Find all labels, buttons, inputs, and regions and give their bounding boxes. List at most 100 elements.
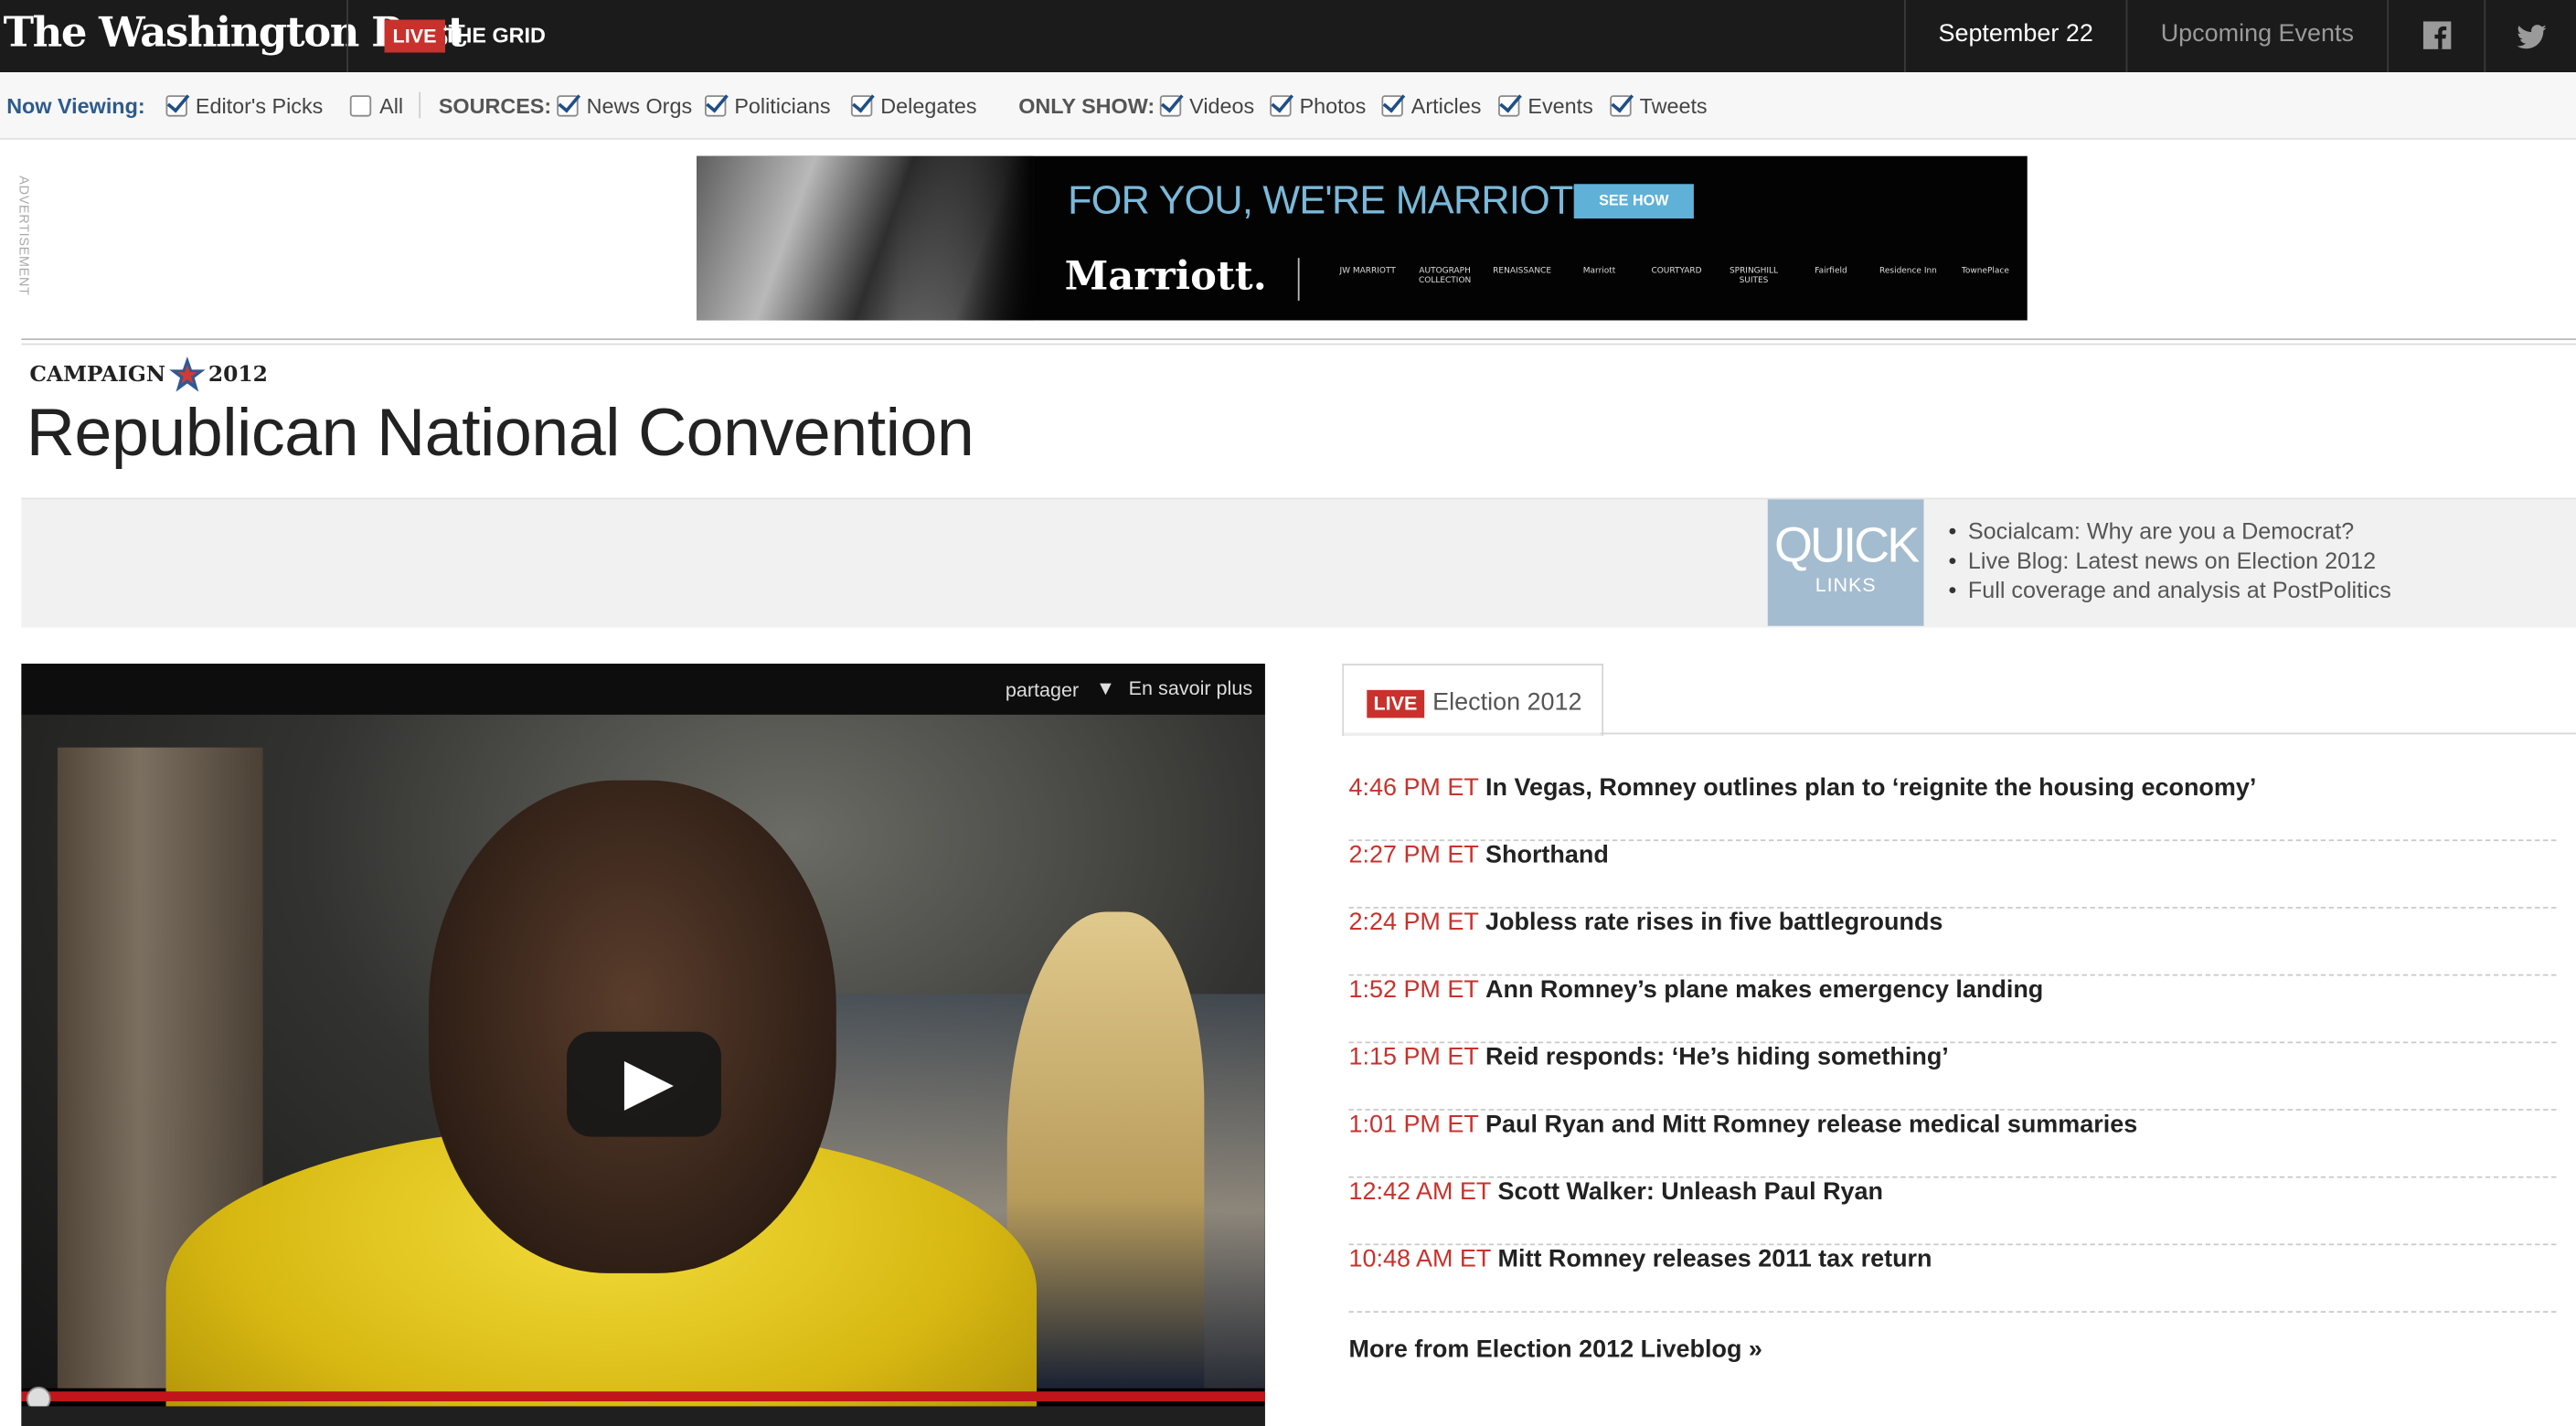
filter-label: Delegates <box>880 92 977 118</box>
feed-item-time: 2:27 PM ET <box>1348 841 1479 869</box>
filter-politicians[interactable]: Politicians <box>704 72 831 138</box>
feed-item-headline[interactable]: Paul Ryan and Mitt Romney release medica… <box>1485 1111 2137 1139</box>
filter-photos[interactable]: Photos <box>1270 72 1366 138</box>
checkbox-checked-icon[interactable] <box>165 94 187 116</box>
sources-label: SOURCES: <box>438 92 552 118</box>
quick-links-box: QUICK LINKS <box>1767 499 1924 626</box>
section-title[interactable]: THE GRID <box>443 20 546 53</box>
feed-item-time: 4:46 PM ET <box>1348 773 1479 803</box>
upcoming-events-link[interactable]: Upcoming Events <box>2127 0 2387 72</box>
twitter-icon <box>2517 25 2547 49</box>
checkbox-checked-icon[interactable] <box>557 94 579 116</box>
feed-item[interactable]: 1:15 PM ET Reid responds: ‘He’s hiding so… <box>1348 1041 2557 1111</box>
feed-item[interactable]: 1:01 PM ET Paul Ryan and Mitt Romney rele… <box>1348 1109 2557 1178</box>
checkbox-checked-icon[interactable] <box>1159 94 1182 116</box>
filter-label: Photos <box>1299 92 1367 118</box>
feed-item-headline[interactable]: Shorthand <box>1485 841 1609 869</box>
checkbox-checked-icon[interactable] <box>1381 94 1403 116</box>
quick-link[interactable]: Full coverage and analysis at PostPoliti… <box>1948 575 2391 604</box>
filter-label: Tweets <box>1639 92 1708 118</box>
checkbox-checked-icon[interactable] <box>704 94 727 116</box>
star-icon <box>168 356 206 392</box>
checkbox-checked-icon[interactable] <box>850 94 873 116</box>
feed-item-time: 1:01 PM ET <box>1348 1110 1479 1139</box>
divider <box>419 91 421 119</box>
quick-links-list: Socialcam: Why are you a Democrat? Live … <box>1948 516 2391 604</box>
filter-editors-picks[interactable]: Editor's Picks <box>165 72 324 138</box>
video-progress-bar[interactable] <box>21 1391 1265 1402</box>
quick-links-subtitle: LINKS <box>1815 573 1877 597</box>
filter-events[interactable]: Events <box>1498 72 1593 138</box>
feed-item-time: 2:24 PM ET <box>1348 908 1479 937</box>
video-player[interactable]: partager ▼ En savoir plus <box>21 664 1265 1426</box>
page-title: Republican National Convention <box>26 394 974 471</box>
checkbox-checked-icon[interactable] <box>1610 94 1632 116</box>
feed-item-headline[interactable]: Ann Romney’s plane makes emergency landi… <box>1485 976 2043 1005</box>
divider <box>21 338 2576 341</box>
quick-link[interactable]: Socialcam: Why are you a Democrat? <box>1948 516 2390 545</box>
feed-item-headline[interactable]: Reid responds: ‘He’s hiding something’ <box>1485 1043 1949 1071</box>
feed-item-headline[interactable]: Mitt Romney releases 2011 tax return <box>1498 1245 1932 1273</box>
facebook-icon <box>2422 21 2452 49</box>
chevron-down-icon[interactable]: ▼ <box>1096 676 1115 699</box>
video-more-info-link[interactable]: En savoir plus <box>1129 676 1252 699</box>
feed-item-headline[interactable]: In Vegas, Romney outlines plan to ‘reign… <box>1485 773 2256 802</box>
feed-item[interactable]: 4:46 PM ET In Vegas, Romney outlines plan… <box>1348 772 2557 842</box>
checkbox-checked-icon[interactable] <box>1270 94 1292 116</box>
advertisement-label: ADVERTISEMENT <box>15 176 48 307</box>
filter-label: All <box>379 92 404 118</box>
ad-see-how-button[interactable]: SEE HOW <box>1573 184 1694 219</box>
checkbox-unchecked-icon[interactable] <box>349 94 372 116</box>
ad-brand: Marriott <box>1582 266 1616 276</box>
ad-photo <box>697 155 1034 321</box>
video-controls-bar[interactable] <box>21 1406 1265 1426</box>
feed-item[interactable]: 2:27 PM ET Shorthand <box>1348 839 2557 909</box>
filter-news-orgs[interactable]: News Orgs <box>557 72 692 138</box>
ad-brand: Residence Inn <box>1879 266 1937 276</box>
filter-delegates[interactable]: Delegates <box>850 72 977 138</box>
more-liveblog-link[interactable]: More from Election 2012 Liveblog » <box>1348 1336 1762 1364</box>
video-person-head <box>429 780 836 1273</box>
quick-links-title: QUICK <box>1773 518 1920 574</box>
campaign-2012-logo[interactable]: CAMPAIGN 2012 <box>29 355 268 394</box>
ad-brand: AUTOGRAPH COLLECTION <box>1418 266 1472 286</box>
ad-brand-list: JW MARRIOTT AUTOGRAPH COLLECTION RENAISS… <box>1329 266 2024 286</box>
feed-item-headline[interactable]: Jobless rate rises in five battlegrounds <box>1485 909 1943 937</box>
video-frame[interactable] <box>21 714 1265 1426</box>
feed-item-headline[interactable]: Scott Walker: Unleash Paul Ryan <box>1498 1178 1883 1207</box>
marriott-logo: Marriott. <box>1064 250 1267 300</box>
filter-bar: Now Viewing: Editor's Picks All SOURCES:… <box>0 72 2576 140</box>
feed-item[interactable]: 10:48 AM ET Mitt Romney releases 2011 tax… <box>1348 1244 2557 1313</box>
live-badge[interactable]: LIVE <box>384 19 445 53</box>
facebook-button[interactable] <box>2389 0 2484 72</box>
checkbox-checked-icon[interactable] <box>1498 94 1520 116</box>
filter-label: Articles <box>1410 92 1482 118</box>
quick-link[interactable]: Live Blog: Latest news on Election 2012 <box>1948 546 2390 575</box>
live-badge: LIVE <box>1367 689 1424 718</box>
feed-item-time: 12:42 AM ET <box>1348 1177 1492 1207</box>
divider <box>346 0 349 73</box>
feed-item-time: 1:15 PM ET <box>1348 1043 1479 1071</box>
filter-articles[interactable]: Articles <box>1381 72 1481 138</box>
advertisement-label-text: ADVERTISEMENT <box>16 176 32 296</box>
feed-item-time: 10:48 AM ET <box>1348 1245 1492 1273</box>
filter-tweets[interactable]: Tweets <box>1610 72 1708 138</box>
filter-label: Editor's Picks <box>195 92 324 118</box>
twitter-button[interactable] <box>2486 0 2576 72</box>
ad-brand: TownePlace <box>1961 266 2009 276</box>
filter-all[interactable]: All <box>349 72 404 138</box>
tab-election-2012[interactable]: LIVE Election 2012 <box>1342 664 1604 737</box>
top-bar: The Washington Post LIVE THE GRID Septem… <box>0 0 2576 73</box>
feed-item-time: 1:52 PM ET <box>1348 975 1479 1005</box>
marriott-ad-banner[interactable]: FOR YOU, WE'RE MARRIOTT. SEE HOW Marriot… <box>697 155 2028 321</box>
filter-label: Videos <box>1189 92 1255 118</box>
date-display: September 22 <box>1938 19 2093 48</box>
only-show-label: ONLY SHOW: <box>1018 92 1155 118</box>
feed-item[interactable]: 12:42 AM ET Scott Walker: Unleash Paul Ry… <box>1348 1176 2557 1246</box>
feed-item[interactable]: 1:52 PM ET Ann Romney’s plane makes emerg… <box>1348 974 2557 1044</box>
play-icon[interactable] <box>567 1031 721 1137</box>
video-share-button[interactable]: partager <box>1006 678 1079 701</box>
feed-item[interactable]: 2:24 PM ET Jobless rate rises in five bat… <box>1348 907 2557 976</box>
ad-headline: FOR YOU, WE'RE MARRIOTT. <box>1068 178 1602 224</box>
filter-videos[interactable]: Videos <box>1159 72 1255 138</box>
